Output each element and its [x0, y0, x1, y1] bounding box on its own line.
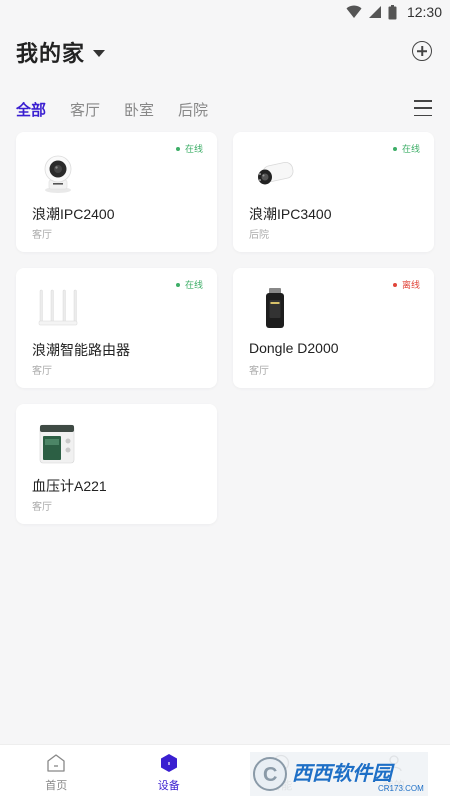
- device-room: 客厅: [249, 366, 269, 377]
- status-text: 在线: [401, 144, 420, 154]
- device-name: 浪潮IPC2400: [32, 206, 115, 222]
- status-bar: 12:30: [0, 0, 450, 24]
- status-badge: 在线: [175, 278, 203, 291]
- router-icon: [38, 289, 78, 326]
- status-badge: 在线: [392, 142, 420, 155]
- blood-pressure-monitor-icon: [39, 424, 75, 464]
- clock: 12:30: [406, 4, 442, 20]
- dome-camera-icon: [44, 155, 72, 193]
- tab-living-room[interactable]: 客厅: [70, 99, 100, 120]
- bullet-camera-icon: [258, 161, 294, 185]
- device-name: 浪潮IPC3400: [249, 206, 332, 222]
- room-tabs: 全部 客厅 卧室 后院: [16, 96, 434, 122]
- signal-icon: [368, 6, 381, 18]
- tabbar-label: 首页: [45, 779, 68, 792]
- wifi-icon: [346, 5, 362, 18]
- tabbar-label: 设备: [157, 779, 180, 792]
- device-hexagon-icon: [160, 753, 177, 772]
- device-room: 客厅: [32, 366, 52, 377]
- device-card-ipc2400[interactable]: 在线 浪潮IPC2400 客厅: [16, 132, 217, 252]
- add-device-button[interactable]: [412, 41, 432, 61]
- watermark-logo: C 西西软件园 CR173.COM: [250, 752, 428, 796]
- chevron-down-icon[interactable]: [93, 49, 106, 57]
- home-title[interactable]: 我的家: [16, 36, 85, 68]
- device-card-ipc3400[interactable]: 在线 浪潮IPC3400 后院: [233, 132, 434, 252]
- svg-text:C: C: [263, 764, 277, 786]
- device-card-blood-pressure[interactable]: 血压计A221 客厅: [16, 404, 217, 524]
- device-room: 后院: [249, 230, 269, 241]
- tabbar-item-home[interactable]: 首页: [0, 745, 113, 800]
- device-name: 浪潮智能路由器: [32, 342, 130, 358]
- battery-icon: [388, 4, 397, 19]
- tab-backyard[interactable]: 后院: [178, 99, 208, 120]
- header: 我的家: [16, 34, 434, 70]
- tab-bedroom[interactable]: 卧室: [124, 99, 154, 120]
- device-name: 血压计A221: [32, 478, 107, 494]
- status-text: 在线: [184, 144, 203, 154]
- device-name: Dongle D2000: [249, 340, 339, 356]
- status-text: 离线: [401, 280, 420, 290]
- bottom-tab-bar: 首页 设备 智能 我的 C 西西软件园 CR173.COM: [0, 744, 450, 800]
- tabbar-item-devices[interactable]: 设备: [113, 745, 226, 800]
- menu-icon[interactable]: [414, 100, 432, 116]
- home-icon: [47, 753, 65, 772]
- device-card-router[interactable]: 在线 浪潮智能路由器 客厅: [16, 268, 217, 388]
- status-badge: 离线: [392, 278, 420, 291]
- device-card-dongle[interactable]: 离线 Dongle D2000 客厅: [233, 268, 434, 388]
- watermark-text: 西西软件园: [292, 761, 395, 785]
- dongle-icon: [266, 288, 284, 328]
- tab-all[interactable]: 全部: [16, 99, 46, 120]
- status-text: 在线: [184, 280, 203, 290]
- device-room: 客厅: [32, 502, 52, 513]
- status-badge: 在线: [175, 142, 203, 155]
- watermark-subtext: CR173.COM: [378, 784, 424, 793]
- device-room: 客厅: [32, 230, 52, 241]
